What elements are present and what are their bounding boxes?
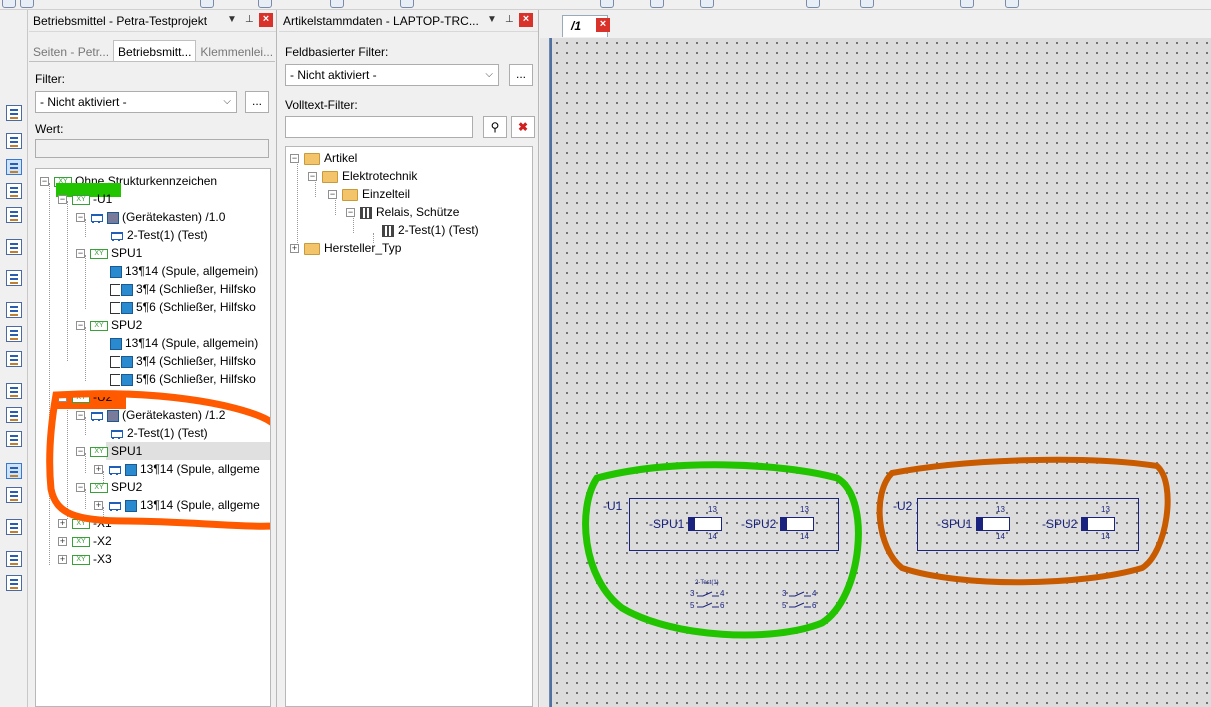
tab-terminal-strips[interactable]: Klemmenlei... <box>196 41 275 61</box>
tree-label: Relais, Schütze <box>376 205 460 219</box>
toolbar-icon[interactable] <box>200 0 214 8</box>
navigator-icon[interactable] <box>6 487 22 503</box>
panel-title: Betriebsmittel - Petra-Testprojekt <box>29 10 276 32</box>
field-filter-select[interactable]: - Nicht aktiviert - ⌵ <box>285 64 499 86</box>
article-master-panel: Artikelstammdaten - LAPTOP-TRC... ▼ ⊥ × … <box>279 10 539 707</box>
tree-node-relais[interactable]: − Relais, Schütze <box>346 203 459 221</box>
tree-node-hersteller[interactable]: + Hersteller_Typ <box>290 239 401 257</box>
tree-label: Einzelteil <box>362 187 411 201</box>
document-tabbar <box>540 10 1211 38</box>
tree-node-test[interactable]: 2-Test(1) (Test) <box>382 221 479 239</box>
orange-annotation <box>46 390 270 530</box>
tab-devices[interactable]: Betriebsmitt... <box>113 40 197 61</box>
toolbar-icon[interactable] <box>1005 0 1019 8</box>
toolbar-icon[interactable] <box>960 0 974 8</box>
navigator-icon[interactable] <box>6 133 22 149</box>
navigator-icon[interactable] <box>6 463 22 479</box>
panel-title-text: Betriebsmittel - Petra-Testprojekt <box>33 14 208 28</box>
tree-label: 2-Test(1) (Test) <box>398 223 479 237</box>
navigator-icon[interactable] <box>6 239 22 255</box>
fulltext-filter-input[interactable] <box>285 116 473 138</box>
panel-title: Artikelstammdaten - LAPTOP-TRC... <box>279 10 538 32</box>
filter-select[interactable]: - Nicht aktiviert - ⌵ <box>35 91 237 113</box>
close-icon[interactable]: × <box>596 18 610 32</box>
navigator-icon[interactable] <box>6 431 22 447</box>
device-navigator-panel: Betriebsmittel - Petra-Testprojekt ▼ ⊥ ×… <box>29 10 277 707</box>
panel-menu-icon[interactable]: ▼ <box>487 14 497 25</box>
toolbar-icon[interactable] <box>258 0 272 8</box>
device-tree: − XY Ohne Strukturkennzeichen − XY -U1 − (Ger… <box>35 168 271 707</box>
relay-icon <box>382 224 394 237</box>
chevron-down-icon: ⌵ <box>485 69 493 80</box>
field-filter-label: Feldbasierter Filter: <box>285 45 389 59</box>
value-label: Wert: <box>35 122 64 136</box>
close-icon[interactable]: × <box>519 13 533 27</box>
relay-icon <box>360 206 372 219</box>
filter-label: Filter: <box>35 72 65 86</box>
navigator-icon[interactable] <box>6 326 22 342</box>
schematic-editor: /1 × -U1 -SPU1 13 14 -SPU2 13 14 2-Test(… <box>540 10 1211 707</box>
toolbar-icon[interactable] <box>600 0 614 8</box>
navigator-tabs: Seiten - Petr... Betriebsmitt... Klemmenle… <box>29 40 275 62</box>
pin-icon[interactable]: ⊥ <box>245 14 254 25</box>
schematic-canvas[interactable]: -U1 -SPU1 13 14 -SPU2 13 14 2-Test(1) 3 … <box>550 38 1211 707</box>
navigator-icon[interactable] <box>6 302 22 318</box>
close-icon[interactable]: × <box>259 13 273 27</box>
toolbar-icon[interactable] <box>20 0 34 8</box>
highlight-annotations <box>582 456 1171 639</box>
folder-icon <box>322 170 338 183</box>
navigator-icon[interactable] <box>6 383 22 399</box>
article-tree: − Artikel − Elektrotechnik − Einzelteil − Re… <box>285 146 533 707</box>
filter-select-value: - Nicht aktiviert - <box>40 95 127 109</box>
toolbar-icon[interactable] <box>330 0 344 8</box>
chevron-down-icon: ⌵ <box>223 96 231 107</box>
navigator-icon[interactable] <box>6 575 22 591</box>
panel-menu-icon[interactable]: ▼ <box>227 14 237 25</box>
navigator-icon[interactable] <box>6 270 22 286</box>
top-toolbar <box>0 0 1211 10</box>
field-filter-more-button[interactable]: ... <box>509 64 533 86</box>
binoculars-icon[interactable]: ⚲ <box>483 116 507 138</box>
tree-node-artikel[interactable]: − Artikel <box>290 149 357 167</box>
navigator-icon[interactable] <box>6 351 22 367</box>
canvas-ruler <box>540 38 550 707</box>
tree-label: Elektrotechnik <box>342 169 418 183</box>
navigator-icon[interactable] <box>6 183 22 199</box>
left-toolbar <box>0 10 28 707</box>
page-tab-label: /1 <box>571 19 582 33</box>
clear-filter-icon[interactable]: ✖ <box>511 116 535 138</box>
fulltext-filter-label: Volltext-Filter: <box>285 98 358 112</box>
navigator-icon[interactable] <box>6 519 22 535</box>
toolbar-icon[interactable] <box>400 0 414 8</box>
toolbar-icon[interactable] <box>860 0 874 8</box>
select-tool-icon[interactable] <box>2 0 16 8</box>
navigator-icon[interactable] <box>6 105 22 121</box>
value-input[interactable] <box>35 139 269 158</box>
folder-icon <box>342 188 358 201</box>
navigator-icon[interactable] <box>6 551 22 567</box>
toolbar-icon[interactable] <box>700 0 714 8</box>
folder-icon <box>304 242 320 255</box>
toolbar-icon[interactable] <box>806 0 820 8</box>
tree-node-elektrotechnik[interactable]: − Elektrotechnik <box>308 167 417 185</box>
tab-pages[interactable]: Seiten - Petr... <box>29 41 113 61</box>
tree-node-einzelteil[interactable]: − Einzelteil <box>328 185 410 203</box>
tree-label: Hersteller_Typ <box>324 241 402 255</box>
tree-label: Artikel <box>324 151 358 165</box>
device-navigator-icon[interactable] <box>6 159 22 175</box>
toolbar-icon[interactable] <box>650 0 664 8</box>
navigator-icon[interactable] <box>6 207 22 223</box>
folder-icon <box>304 152 320 165</box>
pin-icon[interactable]: ⊥ <box>505 14 514 25</box>
field-filter-value: - Nicht aktiviert - <box>290 68 377 82</box>
filter-more-button[interactable]: ... <box>245 91 269 113</box>
panel-title-text: Artikelstammdaten - LAPTOP-TRC... <box>283 14 479 28</box>
navigator-icon[interactable] <box>6 407 22 423</box>
